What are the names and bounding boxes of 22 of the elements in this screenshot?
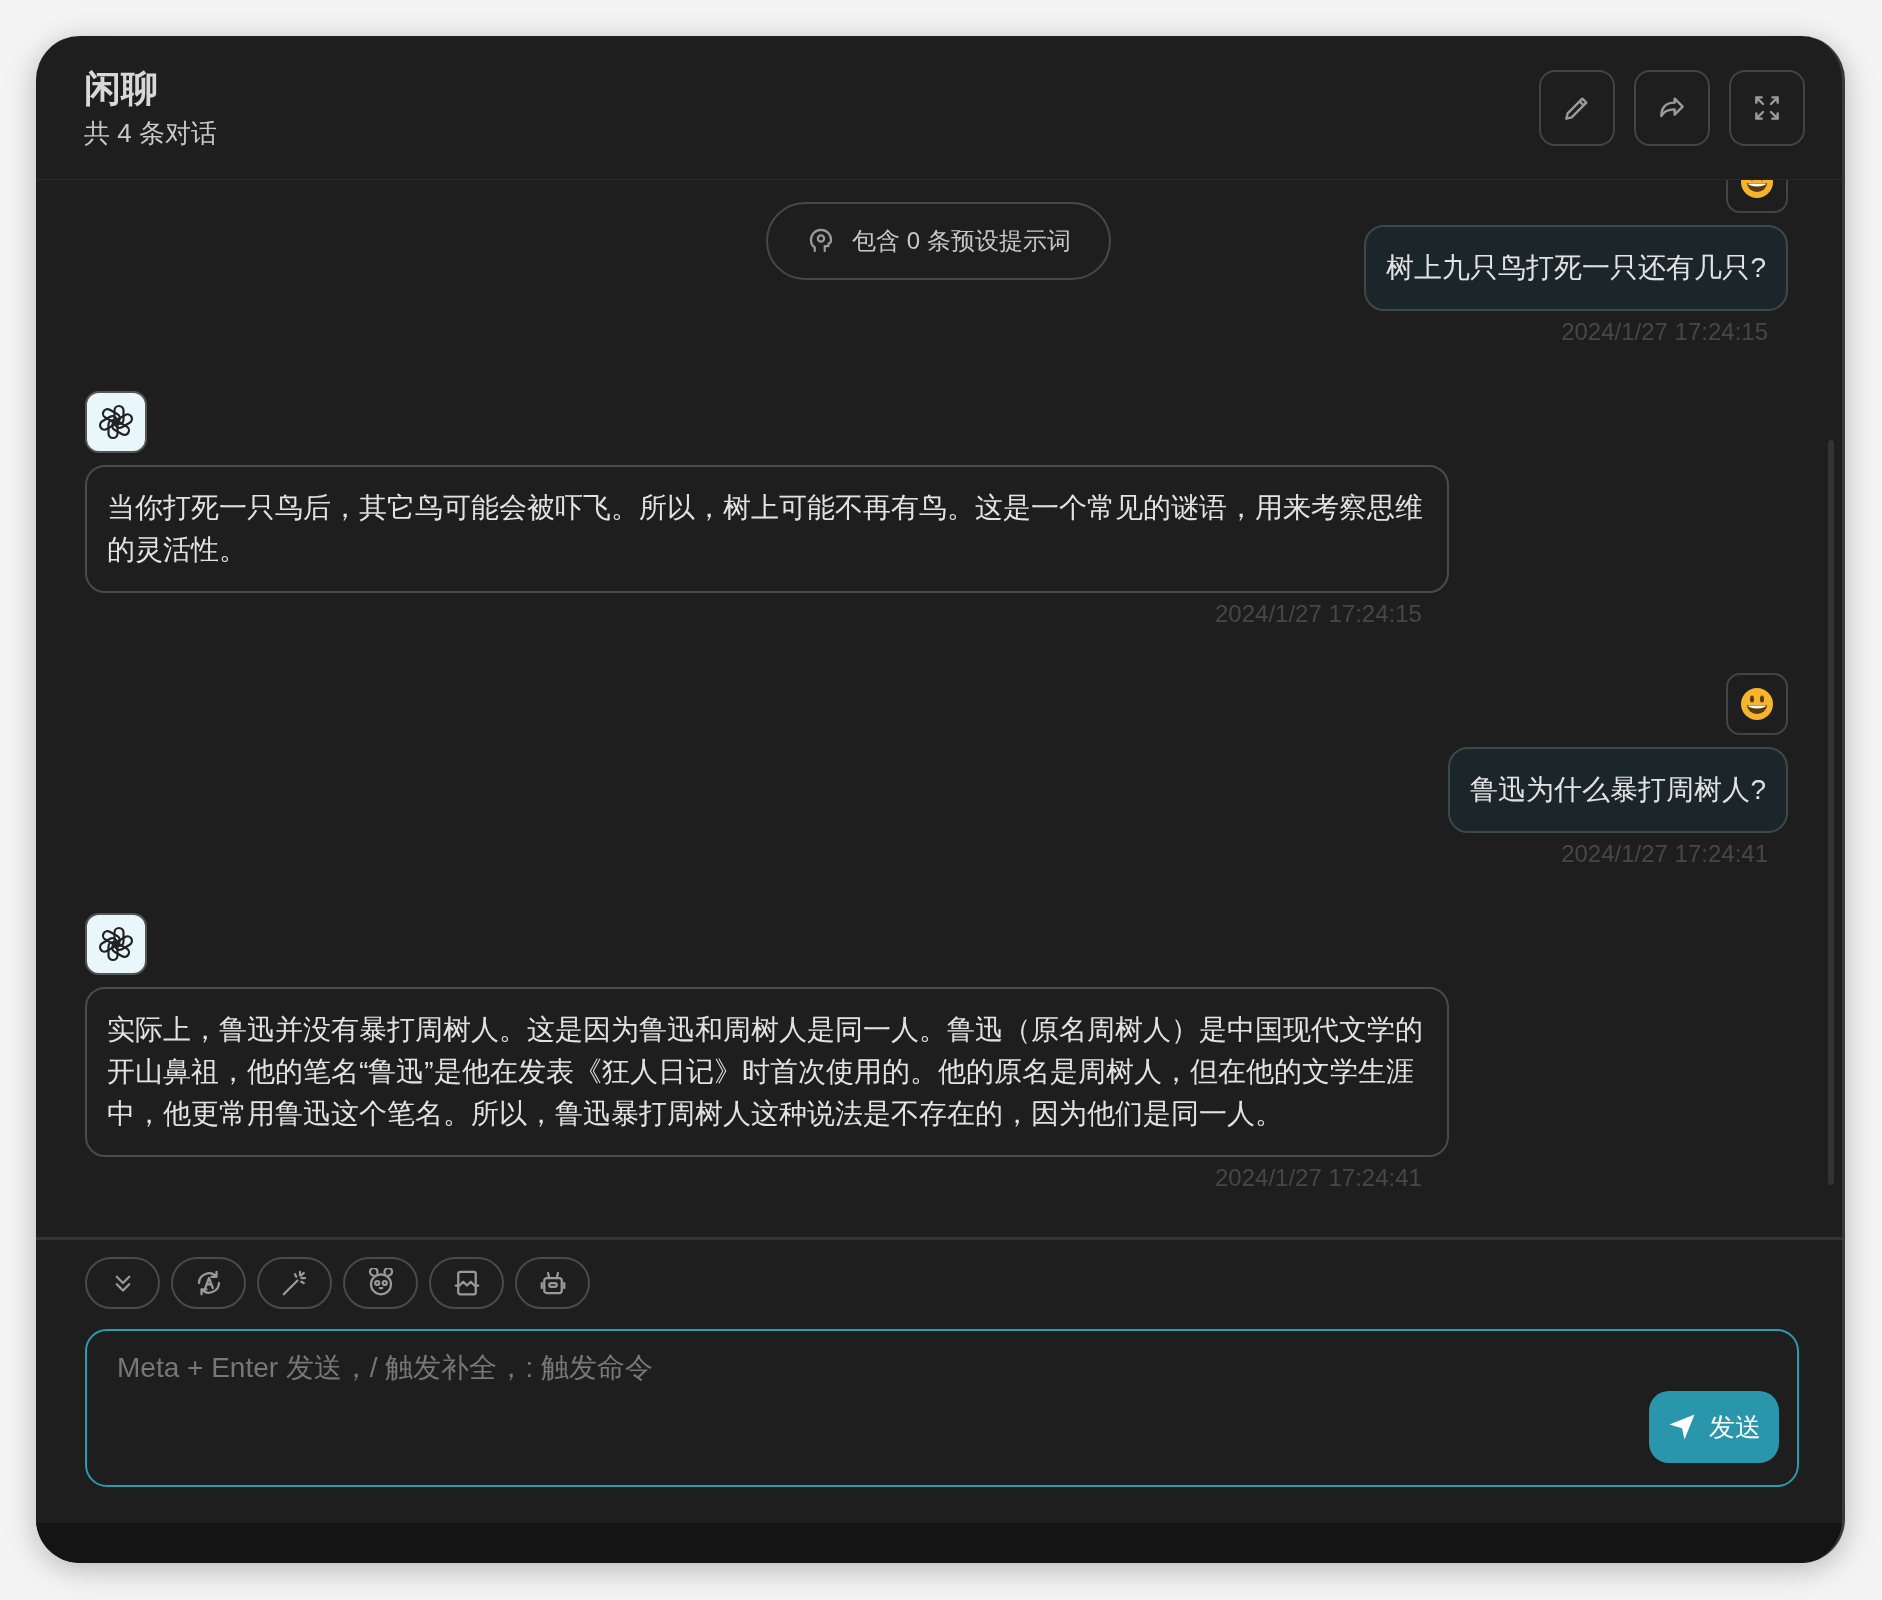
message-bubble: 当你打死一只鸟后，其它鸟可能会被吓飞。所以，树上可能不再有鸟。这是一个常见的谜语，用来考察思维的灵活性。	[85, 465, 1449, 593]
preset-prompt-button[interactable]: 包含 0 条预设提示词	[766, 202, 1111, 280]
chat-title: 闲聊	[84, 66, 159, 111]
prompt-button[interactable]	[257, 1257, 332, 1309]
fullscreen-button[interactable]	[1729, 69, 1805, 146]
robot-button[interactable]	[515, 1257, 590, 1309]
message-bubble: 树上九只鸟打死一只还有几只?	[1364, 225, 1788, 311]
conversation-count: 共 4 条对话	[84, 116, 217, 149]
image-button[interactable]	[429, 1257, 504, 1309]
translate-button[interactable]	[171, 1257, 246, 1309]
message-bubble: 实际上，鲁迅并没有暴打周树人。这是因为鲁迅和周树人是同一人。鲁迅（原名周树人）是中国现代文学的开山鼻祖，他的笔名“鲁迅”是他在发表《狂人日记》时首次使用的。他的原名是周树人，但在他的文学生涯中，他更常用鲁迅这个笔名。所以，鲁迅暴打周树人这种说法是不存在的，因为他们是同一人。	[85, 987, 1449, 1157]
knot-logo-icon	[96, 924, 136, 964]
scroll-down-button[interactable]	[85, 1257, 160, 1309]
message-input-field[interactable]: Meta + Enter 发送，/ 触发补全，: 触发命令 发送	[85, 1329, 1799, 1487]
message-bubble: 鲁迅为什么暴打周树人?	[1448, 747, 1788, 833]
edit-button[interactable]	[1539, 69, 1615, 146]
share-button[interactable]	[1634, 69, 1710, 146]
paper-plane-icon	[1667, 1412, 1697, 1442]
knot-logo-icon	[96, 402, 136, 442]
smiley-face-icon	[1740, 687, 1774, 721]
send-button[interactable]: 发送	[1649, 1391, 1779, 1463]
mask-button[interactable]	[343, 1257, 418, 1309]
